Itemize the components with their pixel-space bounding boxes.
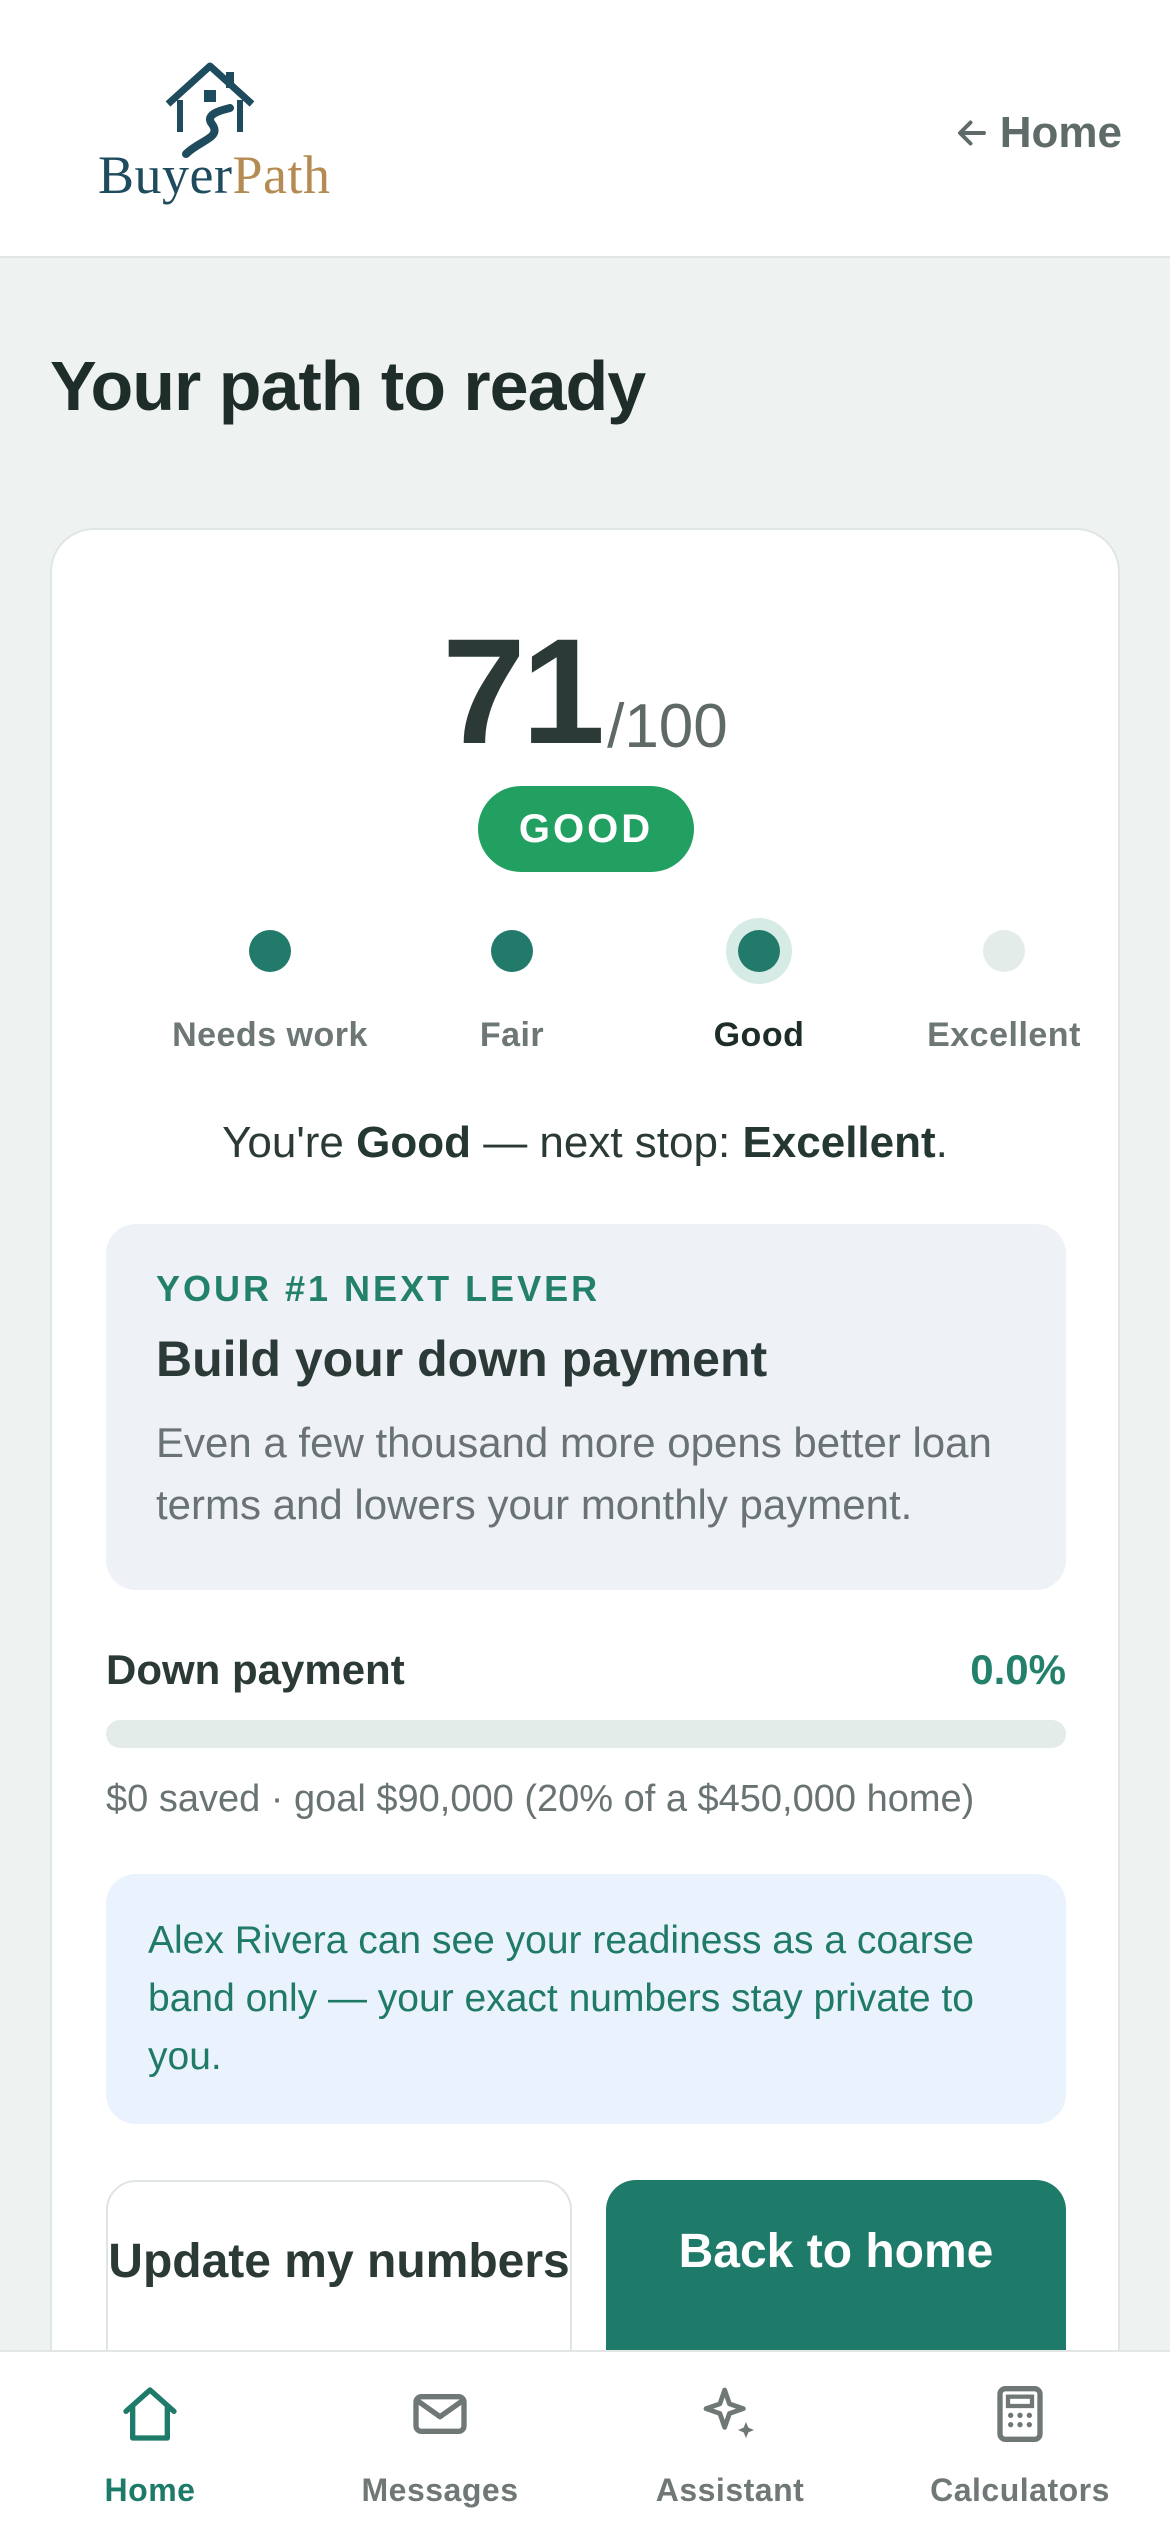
- step-label: Fair: [479, 1016, 545, 1054]
- readiness-card: 71 /100 GOOD Needs work Fair Good Excell…: [50, 528, 1120, 2532]
- app-header: BuyerPath Home: [0, 0, 1170, 258]
- tab-label: Calculators: [930, 2472, 1110, 2508]
- logo-wordmark: BuyerPath: [98, 145, 331, 205]
- home-link-label: Home: [999, 108, 1122, 157]
- home-back-link[interactable]: Home: [954, 108, 1122, 158]
- status-summary: You're Good — next stop: Excellent.: [222, 1118, 948, 1167]
- score-value: 71: [442, 607, 605, 775]
- down-payment-label: Down payment: [106, 1646, 405, 1693]
- score-display: 71 /100: [52, 616, 1118, 766]
- bottom-tab-bar: Home Messages Assistant Calculators: [0, 2350, 1170, 2532]
- sparkle-icon: [703, 2387, 754, 2438]
- house-path-logo-icon: [165, 62, 255, 158]
- down-payment-percent: 0.0%: [970, 1646, 1066, 1693]
- step-dot-future: [983, 930, 1025, 972]
- privacy-note: Alex Rivera can see your readiness as a …: [106, 1874, 1066, 2124]
- home-icon: [123, 2387, 177, 2441]
- tab-home[interactable]: Home: [30, 2382, 270, 2509]
- step-dot-current: [738, 930, 780, 972]
- lever-eyebrow: YOUR #1 NEXT LEVER: [156, 1268, 601, 1309]
- tab-messages[interactable]: Messages: [320, 2382, 560, 2509]
- tab-assistant[interactable]: Assistant: [610, 2382, 850, 2509]
- step-dot: [249, 930, 291, 972]
- step-dot: [491, 930, 533, 972]
- step-good: Good: [649, 930, 869, 1055]
- lever-description: Even a few thousand more opens better lo…: [156, 1419, 992, 1528]
- envelope-icon: [413, 2394, 467, 2434]
- status-badge: GOOD: [478, 786, 694, 872]
- buyerpath-logo[interactable]: BuyerPath: [98, 58, 331, 208]
- down-payment-header: Down payment 0.0%: [106, 1646, 1066, 1694]
- step-label: Needs work: [172, 1016, 368, 1054]
- tab-calculators[interactable]: Calculators: [900, 2382, 1140, 2509]
- calculator-icon: [997, 2386, 1043, 2442]
- score-out-of: /100: [607, 692, 728, 761]
- step-needs-work: Needs work: [160, 930, 380, 1055]
- step-label: Good: [713, 1016, 805, 1054]
- tab-label: Home: [104, 2472, 196, 2508]
- step-fair: Fair: [402, 930, 622, 1055]
- down-payment-caption: $0 saved · goal $90,000 (20% of a $450,0…: [106, 1778, 975, 1820]
- arrow-left-icon: [957, 120, 986, 146]
- page-title: Your path to ready: [50, 347, 646, 425]
- readiness-steps: Needs work Fair Good Excellent: [52, 930, 1118, 1090]
- step-label: Excellent: [927, 1016, 1081, 1054]
- tab-label: Assistant: [655, 2472, 805, 2508]
- tab-label: Messages: [361, 2472, 519, 2508]
- down-payment-progress-bar: [106, 1720, 1066, 1748]
- lever-title: Build your down payment: [156, 1331, 768, 1387]
- next-lever-panel: YOUR #1 NEXT LEVER Build your down payme…: [106, 1224, 1066, 1590]
- step-excellent: Excellent: [894, 930, 1114, 1055]
